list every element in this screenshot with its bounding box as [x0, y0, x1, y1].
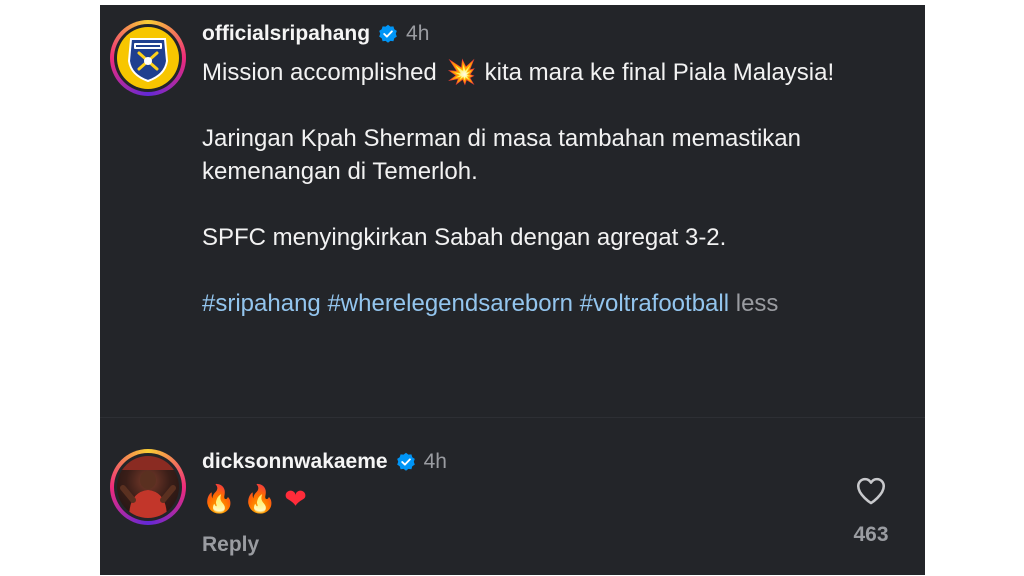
post-timestamp: 4h	[406, 22, 430, 45]
caption-paragraph-2: Jaringan Kpah Sherman di masa tambahan m…	[202, 125, 801, 185]
sri-pahang-crest-avatar	[117, 27, 179, 89]
hashtag-link[interactable]: #voltrafootball	[580, 290, 729, 317]
fire-emoji: 🔥	[202, 484, 236, 514]
person-photo-icon	[117, 456, 179, 518]
caption-paragraph-1: Mission accomplished 💥 kita mara ke final …	[202, 56, 902, 89]
comment-timestamp: 4h	[423, 450, 447, 473]
comment-text: 🔥 🔥 ❤	[202, 482, 307, 516]
comment-username[interactable]: dicksonnwakaeme	[202, 450, 388, 474]
collision-emoji: 💥	[446, 59, 477, 86]
verified-badge-icon	[396, 452, 415, 471]
heart-outline-icon[interactable]	[854, 474, 888, 508]
verified-badge-icon	[379, 24, 397, 43]
less-link[interactable]: less	[736, 290, 779, 317]
caption-paragraph-3: SPFC menyingkirkan Sabah dengan agregat …	[202, 224, 727, 251]
post-header: officialsripahang 4h	[202, 22, 429, 46]
hashtag-link[interactable]: #sripahang	[202, 290, 321, 317]
comment-header: dicksonnwakaeme 4h	[202, 450, 447, 474]
hashtag-link[interactable]: #wherelegendsareborn	[327, 290, 573, 317]
user-photo-avatar	[117, 456, 179, 518]
comment-item: dicksonnwakaeme 4h 🔥 🔥 ❤ Reply 463	[100, 418, 925, 575]
comment-author-avatar[interactable]	[110, 449, 186, 525]
caption-hashtags: #sripahang #wherelegendsareborn #voltraf…	[202, 287, 902, 320]
comments-panel: officialsripahang 4h Mission accomplishe…	[100, 5, 925, 575]
like-count: 463	[853, 523, 889, 546]
reply-button[interactable]: Reply	[202, 533, 259, 557]
caption-post: officialsripahang 4h Mission accomplishe…	[100, 5, 925, 417]
post-username[interactable]: officialsripahang	[202, 22, 370, 46]
post-caption: Mission accomplished 💥 kita mara ke final …	[202, 56, 902, 320]
club-crest-icon	[127, 38, 169, 83]
post-author-avatar[interactable]	[110, 20, 186, 96]
red-heart-emoji: ❤	[284, 484, 307, 514]
fire-emoji: 🔥	[243, 484, 277, 514]
